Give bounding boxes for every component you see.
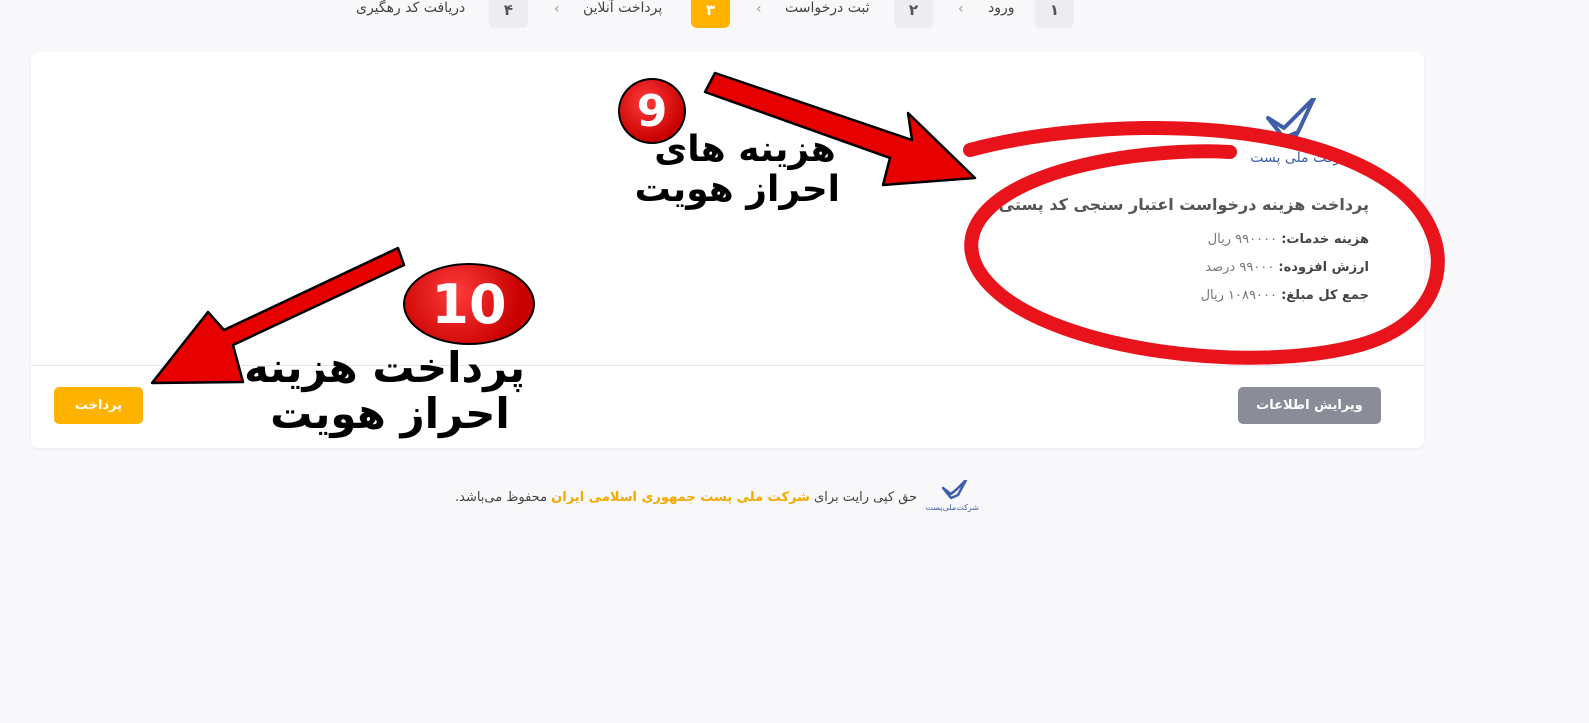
progress-stepper: ۱ ورود ‹ ۲ ثبت درخواست ‹ ۳ پرداخت آنلاین… [0, 0, 1589, 30]
footer-logo-icon: شرکت‌ملی‌پست [926, 480, 980, 512]
payment-summary: پرداخت هزینه درخواست اعتبار سنجی کد پستی… [999, 195, 1369, 316]
copyright-brand-link[interactable]: شرکت ملی پست جمهوری اسلامی ایران [551, 490, 810, 505]
copyright-suffix: محفوظ می‌باشد. [455, 489, 548, 505]
vat-row: ارزش افزوده: ۹۹۰۰۰ درصد [999, 260, 1369, 275]
step-badge-10: 10 [403, 263, 535, 345]
step-4-label: دریافت کد رهگیری [356, 0, 466, 16]
pay-button[interactable]: پرداخت [54, 387, 143, 424]
logo-wordmark: شرکت ملی پست [1250, 150, 1353, 166]
edit-info-button[interactable]: ویرایش اطلاعات [1238, 387, 1381, 424]
annotation-9-line2: احراز هویت [634, 168, 840, 210]
chevron-left-icon: ‹ [554, 1, 560, 17]
step-3-label: پرداخت آنلاین [583, 0, 663, 16]
divider [31, 365, 1424, 366]
footer-logo-wordmark: شرکت‌ملی‌پست [926, 503, 980, 512]
service-fee-value: ۹۹۰۰۰۰ ریال [1207, 232, 1278, 247]
step-3-number[interactable]: ۳ [691, 0, 730, 28]
step-1-label: ورود [988, 0, 1015, 16]
total-value: ۱۰۸۹۰۰۰ ریال [1200, 288, 1277, 303]
copyright-text: حق کپی رایت برای شرکت ملی پست جمهوری اسل… [455, 490, 917, 505]
total-row: جمع کل مبلغ: ۱۰۸۹۰۰۰ ریال [999, 288, 1369, 303]
vat-label: ارزش افزوده: [1278, 260, 1369, 275]
chevron-left-icon: ‹ [756, 1, 762, 17]
annotation-10-line2: احراز هویت [270, 389, 510, 439]
step-2-label: ثبت درخواست [785, 0, 870, 16]
annotation-9-line1: هزینه های [654, 129, 836, 170]
chevron-left-icon: ‹ [958, 1, 964, 17]
annotation-10-line1: پرداخت هزینه [244, 343, 525, 392]
service-fee-label: هزینه خدمات: [1281, 232, 1369, 247]
copyright-prefix: حق کپی رایت برای [814, 489, 918, 505]
payment-title: پرداخت هزینه درخواست اعتبار سنجی کد پستی [998, 195, 1369, 214]
bird-logo-icon: شرکت ملی پست [1250, 96, 1353, 166]
annotation-10-text: پرداخت هزینه احراز هویت [244, 343, 525, 439]
service-fee-row: هزینه خدمات: ۹۹۰۰۰۰ ریال [999, 232, 1369, 247]
post-logo: شرکت ملی پست [1248, 96, 1374, 168]
page: ۱ ورود ‹ ۲ ثبت درخواست ‹ ۳ پرداخت آنلاین… [0, 0, 1589, 723]
vat-value: ۹۹۰۰۰ درصد [1205, 260, 1275, 275]
step-1-number[interactable]: ۱ [1035, 0, 1074, 28]
step-2-number[interactable]: ۲ [894, 0, 933, 28]
total-label: جمع کل مبلغ: [1281, 288, 1369, 303]
footer: حق کپی رایت برای شرکت ملی پست جمهوری اسل… [455, 480, 981, 514]
step-4-number[interactable]: ۴ [489, 0, 528, 28]
annotation-9-text: هزینه های احراز هویت [634, 129, 840, 210]
